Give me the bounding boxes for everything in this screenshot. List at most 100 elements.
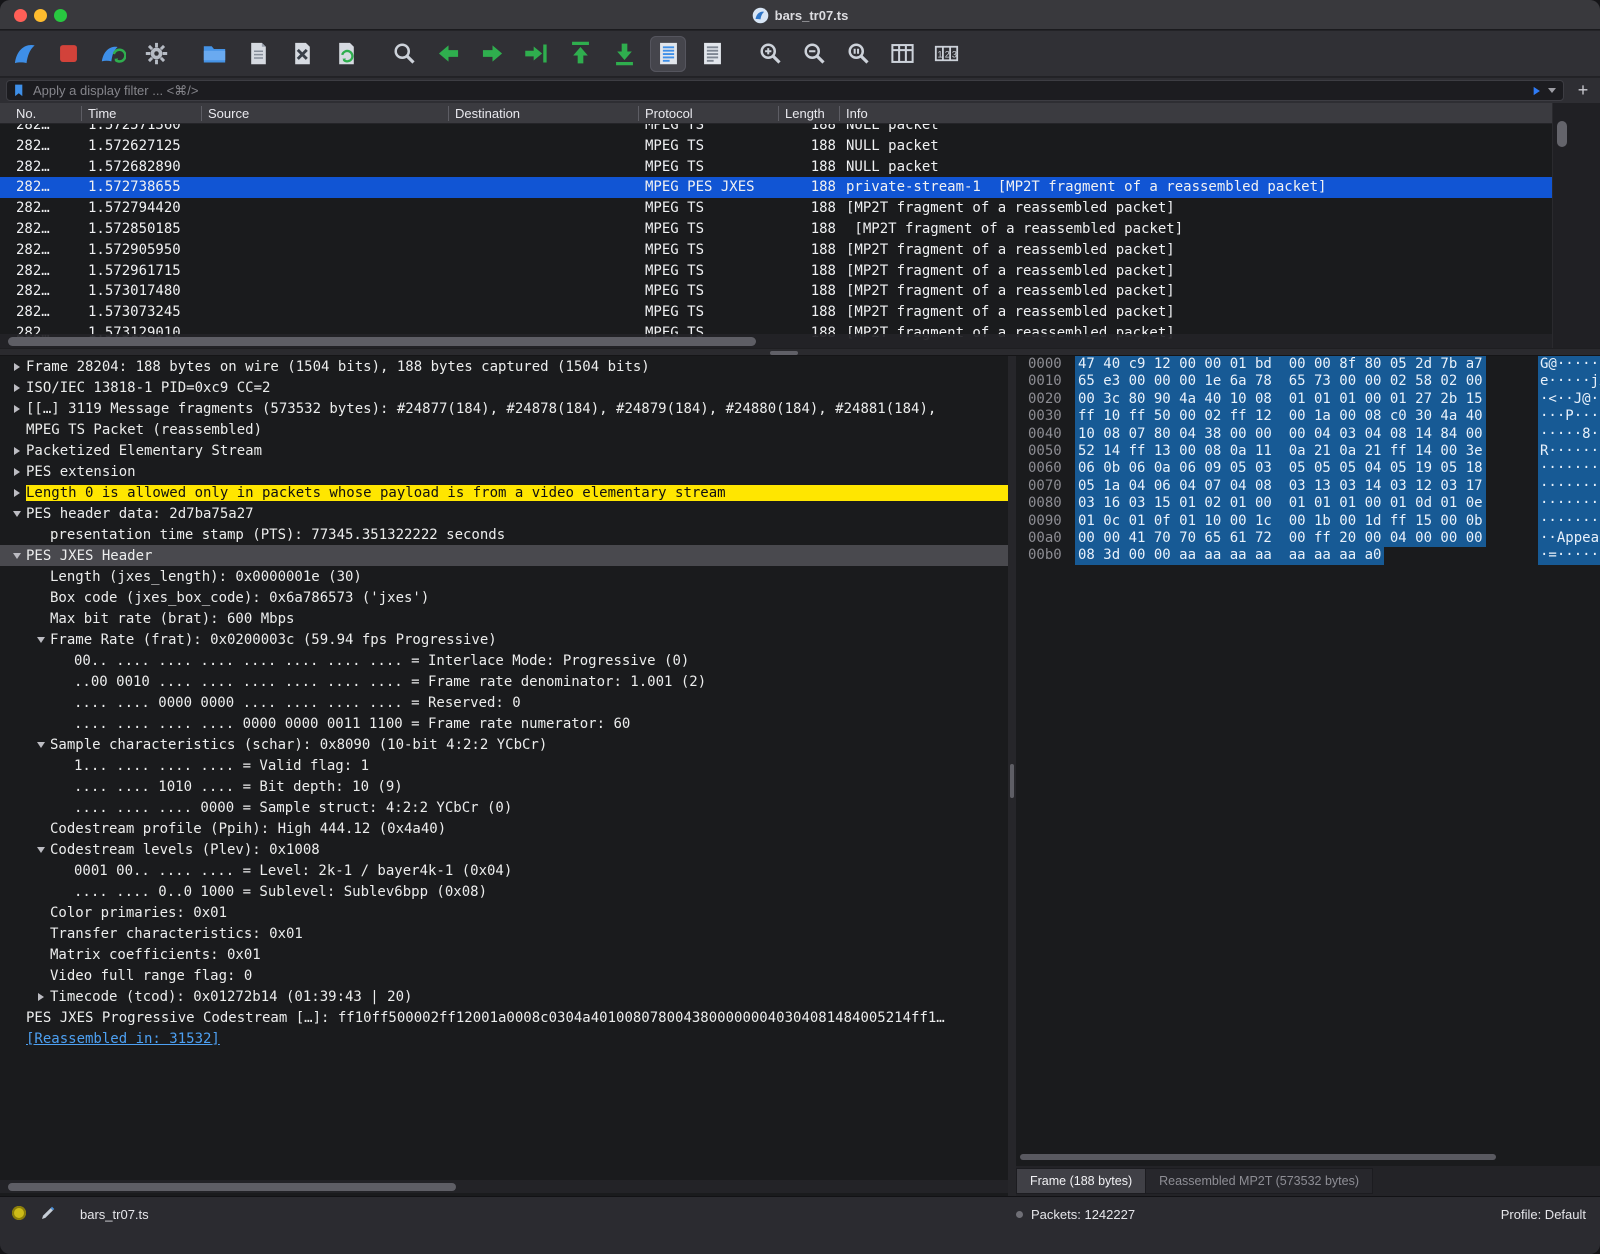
packet-row[interactable]: 282…1.572627125MPEG TS188NULL packet bbox=[0, 136, 1552, 157]
hex-bytes[interactable]: 08 3d 00 00 aa aa aa aa aa aa aa a0 bbox=[1075, 547, 1384, 564]
hex-ascii[interactable]: R······· ·!·!···> bbox=[1538, 443, 1600, 460]
hex-row[interactable]: 007005 1a 04 06 04 07 04 08 03 13 03 14 … bbox=[1016, 478, 1600, 495]
column-header-destination[interactable]: Destination bbox=[455, 103, 520, 124]
detail-line[interactable]: Box code (jxes_box_code): 0x6a786573 ('j… bbox=[0, 587, 1008, 608]
hex-ascii[interactable]: ·=······ ···· bbox=[1538, 547, 1600, 564]
detail-line[interactable]: Sample characteristics (schar): 0x8090 (… bbox=[0, 734, 1008, 755]
restart-capture-button[interactable] bbox=[94, 36, 130, 72]
detail-line[interactable]: .... .... 0000 0000 .... .... .... .... … bbox=[0, 692, 1008, 713]
hex-row[interactable]: 001065 e3 00 00 00 1e 6a 78 65 73 00 00 … bbox=[1016, 373, 1600, 390]
collapse-icon[interactable] bbox=[32, 742, 50, 748]
detail-line[interactable]: Timecode (tcod): 0x01272b14 (01:39:43 | … bbox=[0, 986, 1008, 1007]
hex-row[interactable]: 002000 3c 80 90 4a 40 10 08 01 01 01 00 … bbox=[1016, 391, 1600, 408]
splitter-handle[interactable] bbox=[770, 351, 798, 355]
vertical-splitter[interactable] bbox=[1008, 356, 1016, 1196]
detail-line[interactable]: Color primaries: 0x01 bbox=[0, 902, 1008, 923]
auto-scroll-button[interactable] bbox=[650, 36, 686, 72]
column-separator[interactable] bbox=[839, 106, 840, 121]
scrollbar-thumb[interactable] bbox=[1557, 121, 1567, 147]
apply-filter-button[interactable] bbox=[1522, 81, 1542, 101]
expand-icon[interactable] bbox=[8, 489, 26, 497]
hex-row[interactable]: 00a000 00 41 70 70 65 61 72 00 ff 20 00 … bbox=[1016, 530, 1600, 547]
expand-icon[interactable] bbox=[8, 405, 26, 413]
column-separator[interactable] bbox=[448, 106, 449, 121]
hex-ascii[interactable]: ········ ········ bbox=[1538, 478, 1600, 495]
detail-line[interactable]: PES JXES Header bbox=[0, 545, 1008, 566]
zoom-reset-button[interactable] bbox=[840, 36, 876, 72]
hex-row[interactable]: 00b008 3d 00 00 aa aa aa aa aa aa aa a0·… bbox=[1016, 547, 1600, 564]
expand-icon[interactable] bbox=[8, 384, 26, 392]
bytes-tab[interactable]: Reassembled MP2T (573532 bytes) bbox=[1145, 1168, 1373, 1194]
expand-icon[interactable] bbox=[8, 363, 26, 371]
detail-line[interactable]: Codestream levels (Plev): 0x1008 bbox=[0, 839, 1008, 860]
detail-line[interactable]: Video full range flag: 0 bbox=[0, 965, 1008, 986]
detail-line[interactable]: ..00 0010 .... .... .... .... .... .... … bbox=[0, 671, 1008, 692]
hex-bytes[interactable]: 00 3c 80 90 4a 40 10 08 01 01 01 00 01 2… bbox=[1075, 391, 1486, 408]
start-capture-button[interactable] bbox=[6, 36, 42, 72]
detail-line[interactable]: Packetized Elementary Stream bbox=[0, 440, 1008, 461]
hex-row[interactable]: 009001 0c 01 0f 01 10 00 1c 00 1b 00 1d … bbox=[1016, 513, 1600, 530]
hex-bytes[interactable]: ff 10 ff 50 00 02 ff 12 00 1a 00 08 c0 3… bbox=[1075, 408, 1486, 425]
packet-list-vertical-scrollbar[interactable] bbox=[1552, 103, 1600, 348]
hex-row[interactable]: 0030ff 10 ff 50 00 02 ff 12 00 1a 00 08 … bbox=[1016, 408, 1600, 425]
detail-vertical-scrollbar-thumb[interactable] bbox=[1010, 764, 1014, 798]
column-separator[interactable] bbox=[201, 106, 202, 121]
hex-ascii[interactable]: ·<··J@·· ·····'+· bbox=[1538, 391, 1600, 408]
hex-bytes[interactable]: 65 e3 00 00 00 1e 6a 78 65 73 00 00 02 5… bbox=[1075, 373, 1486, 390]
column-header-info[interactable]: Info bbox=[846, 103, 868, 124]
collapse-icon[interactable] bbox=[32, 847, 50, 853]
go-first-packet-button[interactable] bbox=[562, 36, 598, 72]
hex-bytes[interactable]: 06 0b 06 0a 06 09 05 03 05 05 05 04 05 1… bbox=[1075, 460, 1486, 477]
detail-line[interactable]: 1... .... .... .... = Valid flag: 1 bbox=[0, 755, 1008, 776]
capture-comment-icon[interactable] bbox=[40, 1205, 56, 1221]
find-packet-button[interactable] bbox=[386, 36, 422, 72]
detail-line[interactable]: .... .... 1010 .... = Bit depth: 10 (9) bbox=[0, 776, 1008, 797]
reload-file-button[interactable] bbox=[328, 36, 364, 72]
detail-line[interactable]: PES extension bbox=[0, 461, 1008, 482]
column-separator[interactable] bbox=[638, 106, 639, 121]
resize-columns-button[interactable] bbox=[884, 36, 920, 72]
detail-line[interactable]: PES header data: 2d7ba75a27 bbox=[0, 503, 1008, 524]
scrollbar-thumb[interactable] bbox=[1020, 1154, 1496, 1160]
detail-line[interactable]: 00.. .... .... .... .... .... .... .... … bbox=[0, 650, 1008, 671]
detail-line[interactable]: MPEG TS Packet (reassembled) bbox=[0, 419, 1008, 440]
expert-info-indicator[interactable] bbox=[12, 1206, 26, 1220]
detail-line[interactable]: Transfer characteristics: 0x01 bbox=[0, 923, 1008, 944]
bytes-tab[interactable]: Frame (188 bytes) bbox=[1016, 1168, 1145, 1194]
detail-line[interactable]: [Reassembled in: 31532] bbox=[0, 1028, 1008, 1049]
stop-capture-button[interactable] bbox=[50, 36, 86, 72]
hex-bytes[interactable]: 52 14 ff 13 00 08 0a 11 0a 21 0a 21 ff 1… bbox=[1075, 443, 1486, 460]
column-header-length[interactable]: Length bbox=[785, 103, 825, 124]
column-header-time[interactable]: Time bbox=[88, 103, 116, 124]
hex-row[interactable]: 004010 08 07 80 04 38 00 00 00 04 03 04 … bbox=[1016, 426, 1600, 443]
hex-bytes[interactable]: 05 1a 04 06 04 07 04 08 03 13 03 14 03 1… bbox=[1075, 478, 1486, 495]
go-back-button[interactable] bbox=[430, 36, 466, 72]
detail-horizontal-scrollbar[interactable] bbox=[0, 1180, 1008, 1193]
hex-ascii[interactable]: G@······ ·····-{· bbox=[1538, 356, 1600, 373]
scrollbar-thumb[interactable] bbox=[8, 1183, 456, 1191]
packet-row[interactable]: 282…1.573017480MPEG TS188[MP2T fragment … bbox=[0, 281, 1552, 302]
display-filter-input[interactable]: Apply a display filter ... <⌘/> bbox=[6, 80, 1564, 101]
collapse-icon[interactable] bbox=[32, 637, 50, 643]
expand-icon[interactable] bbox=[8, 447, 26, 455]
detail-line[interactable]: Length (jxes_length): 0x0000001e (30) bbox=[0, 566, 1008, 587]
packet-row[interactable]: 282…1.572571360MPEG TS188NULL packet bbox=[0, 124, 1552, 136]
hex-bytes[interactable]: 00 00 41 70 70 65 61 72 00 ff 20 00 04 0… bbox=[1075, 530, 1486, 547]
hex-row[interactable]: 000047 40 c9 12 00 00 01 bd 00 00 8f 80 … bbox=[1016, 356, 1600, 373]
packet-row[interactable]: 282…1.572682890MPEG TS188NULL packet bbox=[0, 157, 1552, 178]
detail-line[interactable]: [[…] 3119 Message fragments (573532 byte… bbox=[0, 398, 1008, 419]
filter-bookmark-icon[interactable] bbox=[12, 83, 27, 98]
detail-line[interactable]: 0001 00.. .... .... = Level: 2k-1 / baye… bbox=[0, 860, 1008, 881]
hex-ascii[interactable]: ·····8·· ········ bbox=[1538, 426, 1600, 443]
expand-icon[interactable] bbox=[8, 468, 26, 476]
hex-row[interactable]: 005052 14 ff 13 00 08 0a 11 0a 21 0a 21 … bbox=[1016, 443, 1600, 460]
detail-line[interactable]: presentation time stamp (PTS): 77345.351… bbox=[0, 524, 1008, 545]
packet-row[interactable]: 282…1.572905950MPEG TS188[MP2T fragment … bbox=[0, 240, 1552, 261]
detail-line[interactable]: Codestream profile (Ppih): High 444.12 (… bbox=[0, 818, 1008, 839]
save-file-button[interactable] bbox=[240, 36, 276, 72]
hex-bytes[interactable]: 01 0c 01 0f 01 10 00 1c 00 1b 00 1d ff 1… bbox=[1075, 513, 1486, 530]
detail-line[interactable]: Frame Rate (frat): 0x0200003c (59.94 fps… bbox=[0, 629, 1008, 650]
detail-line[interactable]: Max bit rate (brat): 600 Mbps bbox=[0, 608, 1008, 629]
column-header-protocol[interactable]: Protocol bbox=[645, 103, 693, 124]
statusbar-profile[interactable]: Profile: Default bbox=[1501, 1207, 1586, 1222]
